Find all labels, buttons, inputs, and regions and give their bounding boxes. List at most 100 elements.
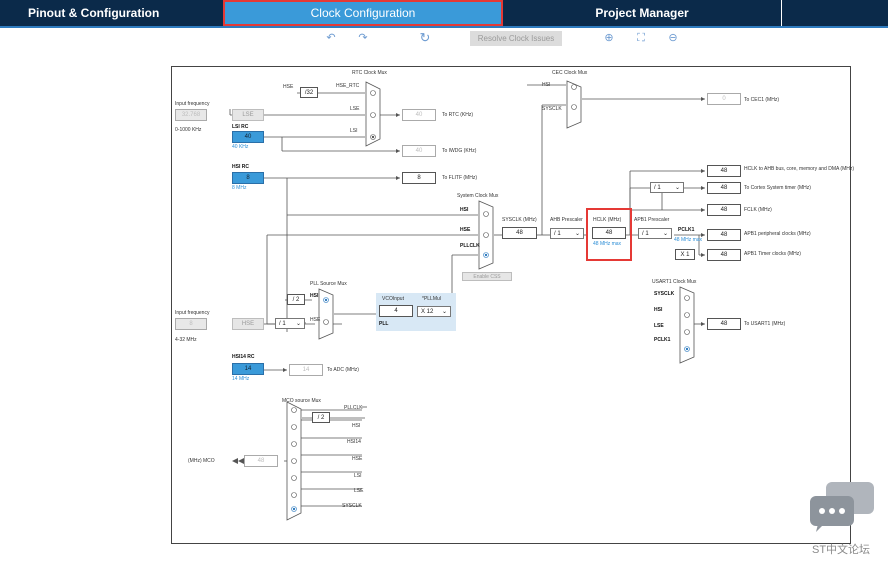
mco-output-value: 48 [244,455,278,467]
lsi-rc-label: LSI RC [232,124,249,130]
fit-screen-icon[interactable]: ⛶ [633,30,649,46]
hsi14-rc-unit: 14 MHz [232,376,250,382]
hsi14-rc-label: HSI14 RC [232,354,255,360]
pclk1-label: PCLK1 [678,227,695,233]
usart1-clock-mux-title: USART1 Clock Mux [652,279,697,285]
pllmul-select[interactable]: X 12 ⌄ [417,306,451,317]
sysclk-label: SYSCLK (MHz) [502,217,537,223]
fclk-output-label: FCLK (MHz) [744,207,772,213]
usart-lse-label: LSE [654,323,664,329]
vco-input-label: VCOInput [382,296,404,302]
cortex-timer-divider-select[interactable]: / 1 ⌄ [650,182,684,193]
pll-mux-hsi-label: HSI [310,293,319,299]
mco-lsi-label: LSI [354,473,362,479]
iwdg-output-value: 40 [402,145,436,157]
hse-prediv-select[interactable]: / 1 ⌄ [275,318,305,329]
apb1-prescaler-label: APB1 Prescaler [634,217,670,223]
tab-project-manager[interactable]: Project Manager [503,0,781,26]
mco-sysclk-label: SYSCLK [342,503,362,509]
sys-mux-hse-label: HSE [460,227,471,233]
pll-label: PLL [379,321,389,327]
mco-pll-divider: / 2 [312,412,330,423]
sys-mux-pllclk-label: PLLCLK [460,243,480,249]
chevron-down-icon: ⌄ [662,231,668,237]
hclk-label: HCLK (MHz) [593,217,622,223]
tab-tools[interactable] [781,0,888,26]
apb1-timer-multiplier: X 1 [675,249,695,260]
hse-frequency-range: 4-32 MHz [175,337,197,343]
mco-pllclk-label: PLLCLK [344,405,363,411]
ahb-prescaler-label: AHB Prescaler [550,217,583,223]
hclk-ahb-output-label: HCLK to AHB bus, core, memory and DMA (M… [744,166,855,172]
cortex-timer-divider-value: / 1 [654,184,661,191]
cec-sysclk-label: SYSCLK [542,106,562,112]
flitf-output-label: To FLITF (MHz) [442,175,477,181]
tab-clock-configuration[interactable]: Clock Configuration [223,0,503,26]
resolve-clock-issues-button[interactable]: Resolve Clock Issues [470,31,562,46]
usart-sysclk-label: SYSCLK [654,291,675,297]
rtc-output-label: To RTC (KHz) [442,112,474,118]
ahb-prescaler-value: / 1 [554,230,561,237]
vco-input-value[interactable]: 4 [379,305,413,317]
rtc-output-value: 40 [402,109,436,121]
lse-input-frequency-field[interactable]: 32.768 [175,109,207,121]
input-frequency-label: Input frequency [175,101,210,107]
ahb-prescaler-select[interactable]: / 1 ⌄ [550,228,584,239]
hsi14-rc-value: 14 [232,363,264,375]
mco-source-mux-title: MCO source Mux [282,398,321,404]
rtc-hse-divider: /32 [300,87,318,98]
apb1-timer-output-label: APB1 Timer clocks (MHz) [744,251,801,257]
chat-bubble-icon [810,482,874,532]
lse-frequency-range: 0-1000 KHz [175,127,202,133]
redo-icon[interactable]: ↷ [355,30,371,46]
usart1-output-value: 48 [707,318,741,330]
flitf-output-value: 8 [402,172,436,184]
adc-output-value: 14 [289,364,323,376]
hsi-rc-value: 8 [232,172,264,184]
undo-icon[interactable]: ↶ [323,30,339,46]
usart-pclk1-label: PCLK1 [654,337,671,343]
lsi-rc-value: 40 [232,131,264,143]
adc-output-label: To ADC (MHz) [327,367,359,373]
pllmul-value: X 12 [421,308,434,315]
apb1-timer-output-value: 48 [707,249,741,261]
cec-output-value: 0 [707,93,741,105]
system-clock-mux-title: System Clock Mux [457,193,499,199]
hclk-ahb-output-value: 48 [707,165,741,177]
clock-tree-diagram: Input frequency 32.768 0-1000 KHz LSE LS… [171,66,855,544]
cec-clock-mux-title: CEC Clock Mux [552,70,588,76]
enable-css-button[interactable]: Enable CSS [462,272,512,281]
rtc-lsi-label: LSI [350,128,358,134]
clock-tree-wires [229,80,705,521]
hsi-rc-unit: 8 MHz [232,185,247,191]
tab-pinout-configuration[interactable]: Pinout & Configuration [0,0,220,26]
sys-mux-hsi-label: HSI [460,207,469,213]
hse-input-frequency-field[interactable]: 8 [175,318,207,330]
sysclk-value[interactable]: 48 [502,227,537,239]
rtc-clock-mux-title: RTC Clock Mux [352,70,387,76]
apb1-peripheral-output-label: APB1 peripheral clocks (MHz) [744,231,811,237]
rtc-lse-label: LSE [350,106,360,112]
hclk-value-field[interactable]: 48 [592,227,626,239]
cortex-timer-output-label: To Cortex System timer (MHz) [744,185,811,191]
apb1-prescaler-select[interactable]: / 1 ⌄ [638,228,672,239]
pllmul-label: *PLLMul [422,296,441,302]
hsi-rc-label: HSI RC [232,164,249,170]
apb1-peripheral-output-value: 48 [707,229,741,241]
apb1-prescaler-value: / 1 [642,230,649,237]
mco-hse-label: HSE [352,456,363,462]
rtc-hse-label: HSE [283,84,294,90]
hse-input-frequency-label: Input frequency [175,310,210,316]
mco-hsi14-label: HSI14 [347,439,361,445]
zoom-out-icon[interactable]: ⊖ [665,30,681,46]
cortex-timer-output-value: 48 [707,182,741,194]
tab-bar: Pinout & Configuration Clock Configurati… [0,0,888,26]
apb1-max-label: 48 MHz max [674,237,703,243]
mco-lse-label: LSE [354,488,364,494]
iwdg-output-label: To IWDG (KHz) [442,148,477,154]
hclk-max-label: 48 MHz max [593,241,622,247]
hse-prediv-value: / 1 [279,320,286,327]
chevron-down-icon: ⌄ [441,309,447,315]
refresh-icon[interactable]: ↻ [417,30,433,46]
zoom-in-icon[interactable]: ⊕ [601,30,617,46]
